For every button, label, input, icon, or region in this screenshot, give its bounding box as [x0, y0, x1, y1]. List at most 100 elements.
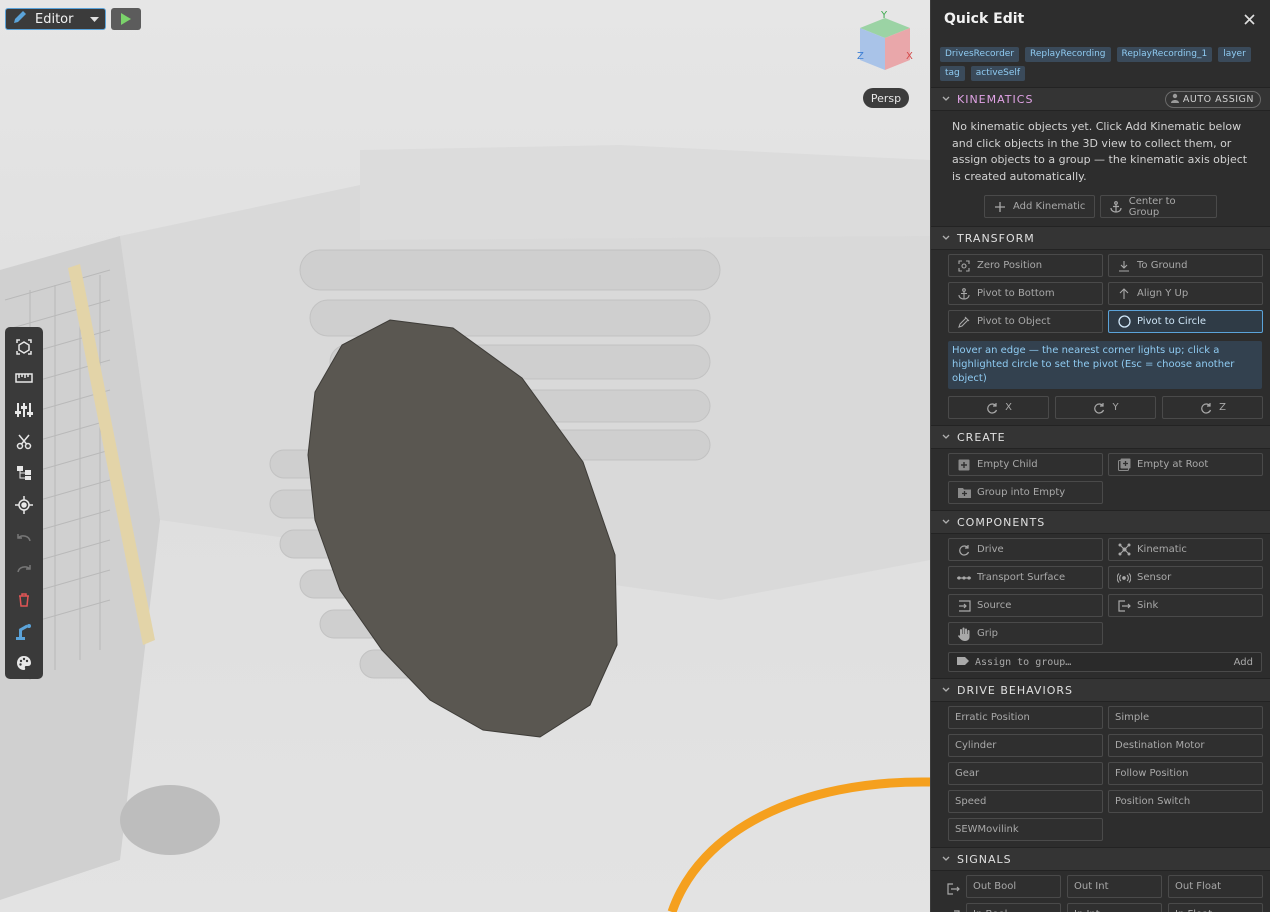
section-create-header[interactable]: CREATE: [931, 425, 1270, 449]
section-signals-header[interactable]: SIGNALS: [931, 847, 1270, 871]
section-transform-header[interactable]: TRANSFORM: [931, 226, 1270, 250]
follow-position-button[interactable]: Follow Position: [1108, 762, 1263, 785]
section-title: COMPONENTS: [957, 515, 1046, 529]
empty-at-root-button[interactable]: Empty at Root: [1108, 453, 1263, 476]
source-button[interactable]: Source: [948, 594, 1103, 617]
orange-ring: [667, 777, 930, 912]
select-box-icon[interactable]: [9, 331, 39, 363]
gear-button[interactable]: Gear: [948, 762, 1103, 785]
transport-surface-label: Transport Surface: [977, 572, 1066, 583]
empty-child-button[interactable]: Empty Child: [948, 453, 1103, 476]
pivot-to-bottom-label: Pivot to Bottom: [977, 288, 1055, 299]
sensor-button[interactable]: Sensor: [1108, 566, 1263, 589]
rotate-y-button[interactable]: Y: [1055, 396, 1156, 419]
cylinder-button[interactable]: Cylinder: [948, 734, 1103, 757]
out-float-button[interactable]: Out Float: [1168, 875, 1263, 898]
tag-chip[interactable]: DrivesRecorder: [940, 47, 1020, 62]
transport-surface-button[interactable]: Transport Surface: [948, 566, 1103, 589]
panel-header: Quick Edit: [931, 0, 1270, 38]
pivot-to-bottom-button[interactable]: Pivot to Bottom: [948, 282, 1103, 305]
component-buttons: Drive Kinematic Transport Surface Sensor…: [931, 534, 1270, 651]
kinematic-label: Kinematic: [1137, 544, 1187, 555]
anchor-icon: [957, 287, 971, 301]
center-to-group-button[interactable]: Center to Group: [1100, 195, 1217, 218]
scene-render[interactable]: [0, 0, 930, 912]
rotate-x-label: X: [1005, 402, 1012, 413]
arrow-up-icon: [1117, 287, 1131, 301]
out-int-button[interactable]: Out Int: [1067, 875, 1162, 898]
auto-assign-button[interactable]: AUTO ASSIGN: [1164, 91, 1261, 108]
tag-chip[interactable]: activeSelf: [970, 66, 1026, 81]
add-kinematic-button[interactable]: Add Kinematic: [984, 195, 1095, 218]
rotate-icon: [1092, 401, 1106, 415]
3d-viewport[interactable]: Editor Y X Z Persp: [0, 0, 930, 912]
output-arrow-icon: [947, 880, 961, 895]
section-drive-behaviors-header[interactable]: DRIVE BEHAVIORS: [931, 678, 1270, 702]
in-float-button[interactable]: In Float: [1168, 903, 1263, 912]
section-kinematics-header[interactable]: KINEMATICS AUTO ASSIGN: [931, 87, 1270, 111]
rotate-y-label: Y: [1112, 402, 1119, 413]
close-icon[interactable]: [1240, 10, 1258, 28]
floor-object: [120, 785, 220, 855]
rotate-x-button[interactable]: X: [948, 396, 1049, 419]
create-buttons: Empty Child Empty at Root Group into Emp…: [931, 449, 1270, 510]
destination-motor-button[interactable]: Destination Motor: [1108, 734, 1263, 757]
kinematics-hint: No kinematic objects yet. Click Add Kine…: [952, 120, 1248, 183]
out-bool-button[interactable]: Out Bool: [966, 875, 1061, 898]
tag-chip[interactable]: ReplayRecording: [1025, 47, 1111, 62]
pivot-to-circle-button[interactable]: Pivot to Circle: [1108, 310, 1263, 333]
pivot-info-message: Hover an edge — the nearest corner light…: [948, 341, 1262, 389]
hierarchy-icon[interactable]: [9, 458, 39, 490]
play-button[interactable]: [111, 8, 141, 30]
in-bool-button[interactable]: In Bool: [966, 903, 1061, 912]
rotate-z-button[interactable]: Z: [1162, 396, 1263, 419]
tag-chip[interactable]: tag: [940, 66, 965, 81]
in-int-button[interactable]: In Int: [1067, 903, 1162, 912]
to-ground-button[interactable]: To Ground: [1108, 254, 1263, 277]
eyedropper-icon: [957, 315, 971, 329]
align-y-up-button[interactable]: Align Y Up: [1108, 282, 1263, 305]
chevron-down-icon: [942, 519, 950, 525]
position-switch-button[interactable]: Position Switch: [1108, 790, 1263, 813]
group-into-empty-button[interactable]: Group into Empty: [948, 481, 1103, 504]
add-box-icon: [957, 458, 971, 472]
tag-chip[interactable]: ReplayRecording_1: [1116, 47, 1213, 62]
palette-icon[interactable]: [9, 647, 39, 679]
transform-buttons: Zero Position To Ground Pivot to Bottom …: [931, 250, 1270, 339]
anchor-icon: [1109, 200, 1123, 214]
kinematic-button[interactable]: Kinematic: [1108, 538, 1263, 561]
section-components-header[interactable]: COMPONENTS: [931, 510, 1270, 534]
projection-toggle[interactable]: Persp: [863, 88, 909, 108]
grip-button[interactable]: Grip: [948, 622, 1103, 645]
drive-behavior-buttons: Erratic Position Simple Cylinder Destina…: [931, 702, 1270, 847]
assign-add-button[interactable]: Add: [1234, 657, 1253, 668]
scissors-icon[interactable]: [9, 426, 39, 458]
undo-icon[interactable]: [9, 521, 39, 553]
sink-button[interactable]: Sink: [1108, 594, 1263, 617]
simple-button[interactable]: Simple: [1108, 706, 1263, 729]
delete-icon[interactable]: [9, 584, 39, 616]
hand-icon: [957, 627, 971, 641]
target-icon[interactable]: [9, 489, 39, 521]
redo-icon[interactable]: [9, 552, 39, 584]
zero-position-label: Zero Position: [977, 260, 1043, 271]
editor-mode-dropdown[interactable]: Editor: [5, 8, 106, 30]
speed-button[interactable]: Speed: [948, 790, 1103, 813]
drive-button[interactable]: Drive: [948, 538, 1103, 561]
sewmovilink-button[interactable]: SEWMovilink: [948, 818, 1103, 841]
left-toolbar: [5, 327, 43, 679]
zero-position-button[interactable]: Zero Position: [948, 254, 1103, 277]
ruler-icon[interactable]: [9, 363, 39, 395]
auto-assign-label: AUTO ASSIGN: [1182, 94, 1254, 105]
tag-chip[interactable]: layer: [1218, 47, 1251, 62]
pivot-to-object-button[interactable]: Pivot to Object: [948, 310, 1103, 333]
erratic-position-button[interactable]: Erratic Position: [948, 706, 1103, 729]
robot-arm-icon[interactable]: [9, 616, 39, 648]
signal-buttons: Out Bool Out Int Out Float In Bool In In…: [931, 871, 1270, 912]
machine-top: [360, 145, 930, 240]
orientation-gizmo[interactable]: Y X Z: [852, 8, 918, 80]
drive-label: Drive: [977, 544, 1004, 555]
assign-to-group-field[interactable]: Assign to group… Add: [948, 652, 1262, 672]
sliders-icon[interactable]: [9, 394, 39, 426]
chevron-down-icon: [942, 96, 950, 102]
